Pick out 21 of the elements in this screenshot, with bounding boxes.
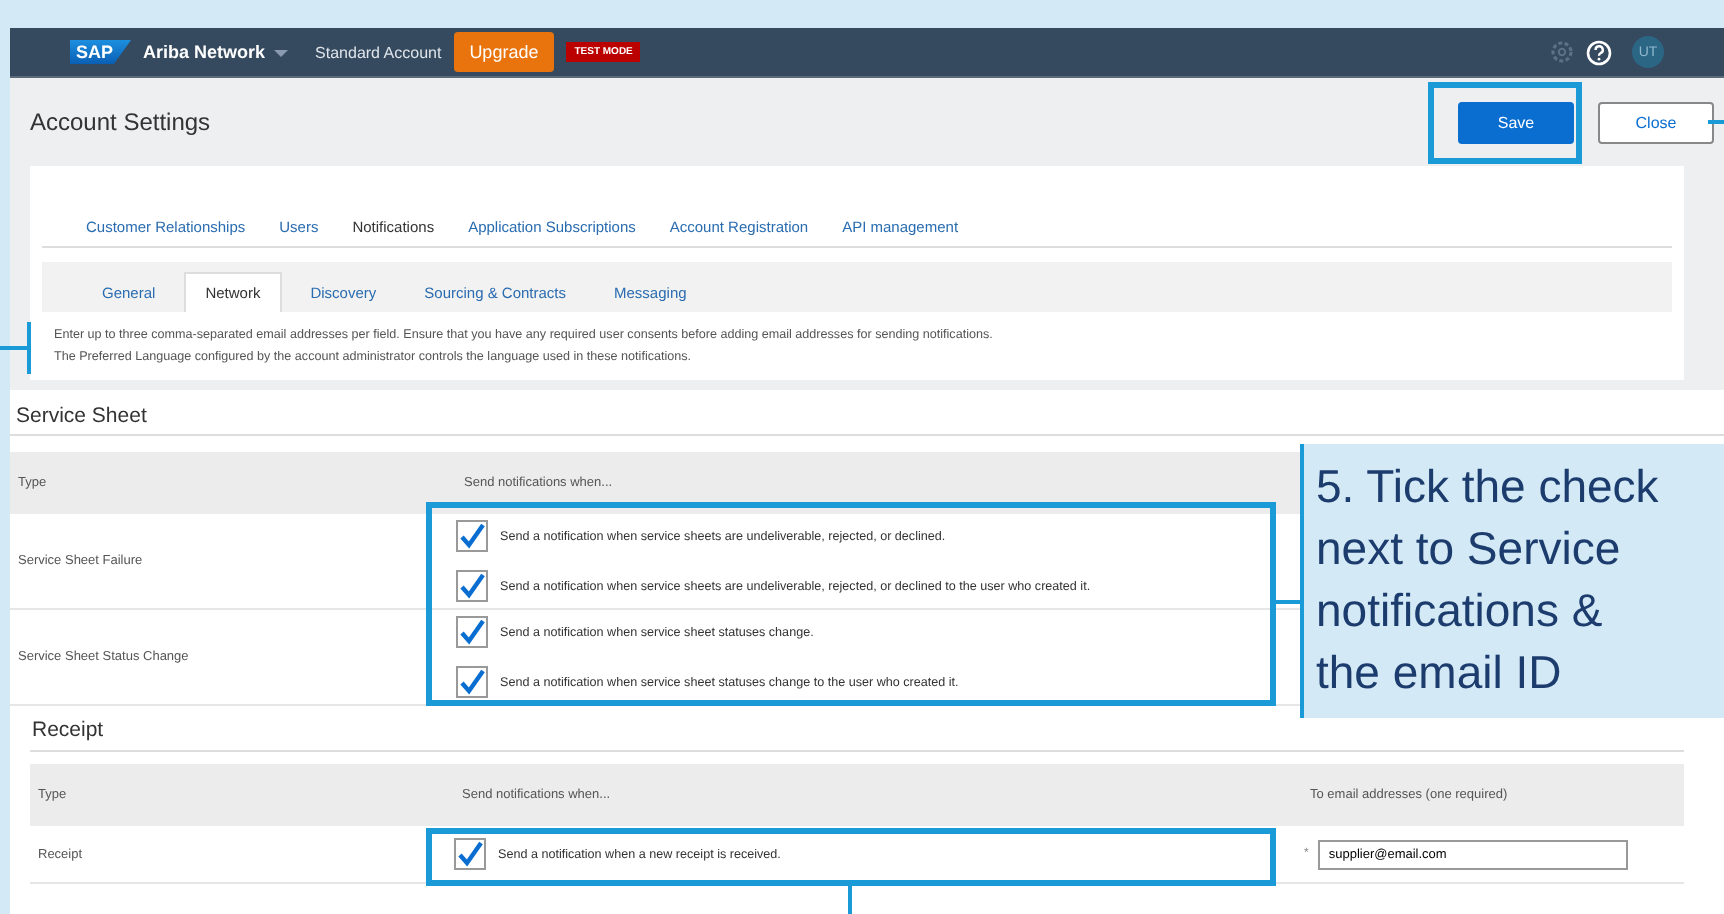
- checkbox[interactable]: [456, 666, 488, 698]
- bracket-line: [0, 322, 32, 374]
- callout-text: next to Service: [1316, 520, 1621, 578]
- page-title: Account Settings: [30, 108, 211, 136]
- save-button[interactable]: Save: [1458, 101, 1574, 143]
- checkbox[interactable]: [456, 570, 488, 602]
- callout-text: 5. Tick the check: [1316, 458, 1659, 516]
- account-type: Standard Account: [315, 43, 442, 61]
- logo[interactable]: SAP: [70, 40, 132, 64]
- checkbox[interactable]: [456, 616, 488, 648]
- checkbox[interactable]: [456, 520, 488, 552]
- section-title: Service Sheet: [10, 396, 1724, 436]
- help-icon[interactable]: [1586, 39, 1612, 65]
- upgrade-button[interactable]: Upgrade: [453, 32, 555, 72]
- checkbox[interactable]: [454, 838, 486, 870]
- leader-line: [848, 886, 852, 914]
- callout-text: notifications &: [1316, 582, 1603, 640]
- callout-text: the email ID: [1316, 644, 1562, 702]
- caret-icon: [273, 47, 288, 57]
- close-button[interactable]: Close: [1598, 101, 1714, 143]
- product-menu[interactable]: Ariba Network: [143, 42, 266, 62]
